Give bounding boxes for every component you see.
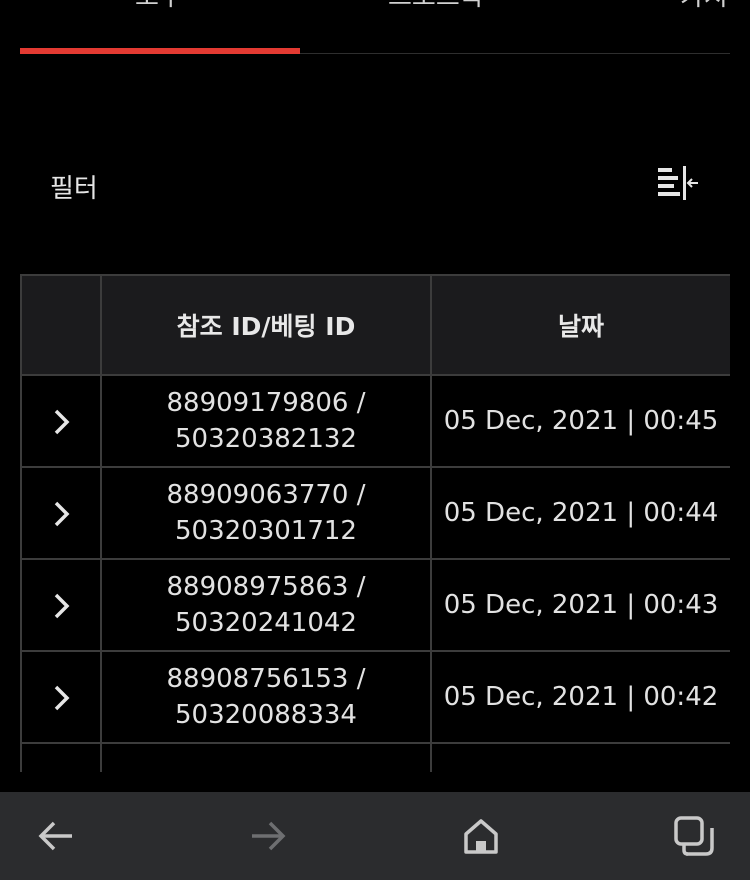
bet-history-page: 모두 스포츠북 카지 필터 참조 ID/베팅 ID 날짜 [0, 0, 750, 880]
row-expand-button[interactable] [20, 558, 102, 652]
chevron-right-icon [54, 501, 70, 526]
date-cell: 05 Dec, 2021 | 00:45 [430, 374, 730, 468]
ref-id: 88908975863 / [166, 572, 366, 602]
columns-collapse-icon[interactable] [656, 166, 700, 202]
table-row[interactable]: 88909063770 / 50320301712 05 Dec, 2021 |… [20, 466, 730, 560]
ref-bet-id-cell: 88908604073 / [100, 742, 432, 772]
chevron-right-icon [54, 685, 70, 710]
tab-casino[interactable]: 카지 [680, 0, 728, 22]
ref-id: 88909179806 / [166, 388, 366, 418]
arrow-left-icon [38, 821, 72, 851]
home-icon [464, 819, 498, 854]
bet-id: 50320088334 [175, 700, 357, 730]
home-button[interactable] [441, 792, 521, 880]
header-date: 날짜 [430, 274, 730, 376]
forward-button[interactable] [228, 792, 308, 880]
bet-id: 50320382132 [175, 424, 357, 454]
table-row[interactable]: 88909179806 / 50320382132 05 Dec, 2021 |… [20, 374, 730, 468]
tab-all[interactable]: 모두 [135, 0, 183, 22]
bet-id: 50320241042 [175, 608, 357, 638]
arrow-right-icon [252, 821, 286, 851]
browser-bottom-nav [0, 792, 750, 880]
ref-id: 88908756153 / [166, 664, 366, 694]
row-expand-button[interactable] [20, 374, 102, 468]
date-cell: 05 Dec, 2021 | 00:42 [430, 650, 730, 744]
ref-bet-id-cell: 88909179806 / 50320382132 [100, 374, 432, 468]
ref-id: 88909063770 / [166, 480, 366, 510]
table-row[interactable]: 88908975863 / 50320241042 05 Dec, 2021 |… [20, 558, 730, 652]
row-expand-button[interactable] [20, 650, 102, 744]
ref-bet-id-cell: 88908756153 / 50320088334 [100, 650, 432, 744]
date-cell [430, 742, 730, 772]
row-expand-button[interactable] [20, 742, 102, 772]
tab-bar: 모두 스포츠북 카지 [20, 0, 730, 54]
ref-bet-id-cell: 88908975863 / 50320241042 [100, 558, 432, 652]
row-expand-button[interactable] [20, 466, 102, 560]
bet-table-container[interactable]: 참조 ID/베팅 ID 날짜 88909179806 / 50320382132… [20, 274, 730, 772]
back-button[interactable] [16, 792, 96, 880]
date-cell: 05 Dec, 2021 | 00:44 [430, 466, 730, 560]
ref-bet-id-cell: 88909063770 / 50320301712 [100, 466, 432, 560]
header-expand [20, 274, 102, 376]
filter-label[interactable]: 필터 [50, 168, 98, 205]
header-ref-bet-id: 참조 ID/베팅 ID [100, 274, 432, 376]
tabs-icon [674, 816, 714, 856]
date-cell: 05 Dec, 2021 | 00:43 [430, 558, 730, 652]
active-tab-indicator [20, 48, 300, 54]
table-row[interactable]: 88908756153 / 50320088334 05 Dec, 2021 |… [20, 650, 730, 744]
chevron-right-icon [54, 593, 70, 618]
bet-table: 참조 ID/베팅 ID 날짜 88909179806 / 50320382132… [20, 274, 730, 772]
ref-id: 88908604073 / [102, 771, 430, 772]
tab-sportsbook[interactable]: 스포츠북 [388, 0, 484, 22]
chevron-right-icon [54, 409, 70, 434]
tabs-button[interactable] [654, 792, 734, 880]
table-header-row: 참조 ID/베팅 ID 날짜 [20, 274, 730, 376]
table-row[interactable]: 88908604073 / [20, 742, 730, 772]
bet-id: 50320301712 [175, 516, 357, 546]
